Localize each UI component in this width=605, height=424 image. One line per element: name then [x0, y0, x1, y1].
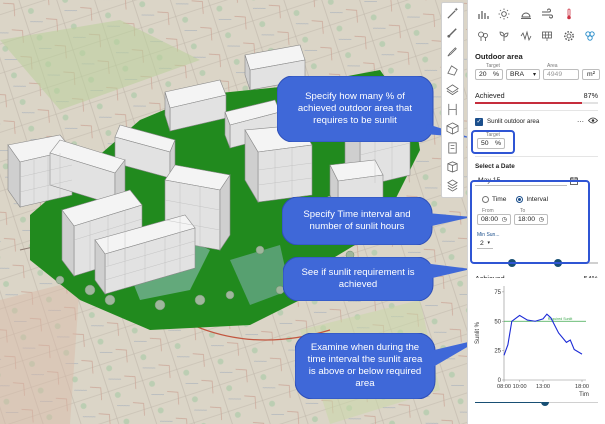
bar-chart-icon	[478, 11, 489, 19]
achieved-value: 87%	[583, 91, 598, 100]
area-value-field: 4949	[543, 69, 579, 80]
callout-time-interval-text: Specify Time interval and number of sunl…	[303, 209, 411, 232]
waveform-icon	[520, 30, 532, 42]
divider	[475, 156, 598, 157]
outdoor-area-title: Outdoor area	[475, 52, 523, 61]
tool-cube[interactable]	[444, 120, 462, 136]
callout-sunlit-target-text: Specify how many % of achieved outdoor a…	[297, 91, 413, 126]
analysis-wind[interactable]	[537, 6, 559, 22]
callout-requirement-achieved-text: See if sunlit requirement is achieved	[301, 267, 415, 290]
chart-x-tick-label: 18:00	[575, 384, 589, 390]
trees-icon	[477, 31, 488, 41]
analysis-sun[interactable]	[494, 6, 516, 22]
chart-x-tick-label: 10:00	[513, 384, 527, 390]
tool-building[interactable]	[444, 139, 462, 155]
analysis-noise[interactable]	[515, 28, 537, 44]
plant-icon	[499, 31, 509, 41]
chart-x-tick-label: 13:00	[536, 384, 550, 390]
analysis-empty	[580, 6, 602, 22]
highlight-time-interval	[470, 180, 590, 264]
callout-requirement-achieved: See if sunlit requirement is achieved	[283, 257, 471, 301]
brush-icon	[447, 28, 457, 38]
basis-value: BRA	[510, 71, 524, 78]
thermometer-icon	[566, 8, 571, 20]
building-icon	[448, 142, 457, 154]
divider	[475, 110, 598, 111]
select-date-title: Select a Date	[475, 163, 515, 170]
analysis-outdoor-area[interactable]	[580, 28, 602, 44]
callout-sunlit-target: Specify how many % of achieved outdoor a…	[277, 76, 472, 142]
chart-y-tick-label: 50	[494, 319, 501, 325]
tool-magic[interactable]	[444, 5, 462, 21]
achieved-progress-bar	[475, 102, 598, 104]
analysis-plants[interactable]	[494, 28, 516, 44]
stack-icon	[447, 179, 458, 192]
analysis-bar-chart[interactable]	[472, 6, 494, 22]
target-percent-input[interactable]: 20 %	[475, 69, 503, 80]
callout-examine-chart: Examine when during the time interval th…	[295, 333, 481, 399]
sunlit-chart: 025507508:00 10:00 13:00 18:00Sunlit %TimRe…	[470, 278, 604, 402]
visibility-toggle[interactable]	[587, 117, 599, 126]
tool-polygon[interactable]	[444, 63, 462, 79]
callout-time-interval: Specify Time interval and number of sunl…	[282, 197, 472, 245]
polygon-icon	[447, 65, 458, 76]
sunlit-checkbox[interactable]: ✓	[475, 117, 483, 126]
wind-icon	[542, 8, 554, 19]
tool-strip	[441, 2, 464, 198]
area-unit: m²	[587, 71, 595, 78]
box-icon	[447, 161, 458, 173]
tool-measure[interactable]	[444, 101, 462, 117]
tool-draw-line[interactable]	[444, 43, 462, 59]
analysis-solar[interactable]	[537, 28, 559, 44]
more-options-icon[interactable]: ⋯	[577, 118, 584, 126]
achieved-progress-fill	[475, 102, 582, 104]
analysis-settings[interactable]	[558, 28, 580, 44]
achieved-label: Achieved	[475, 91, 505, 100]
tool-layers[interactable]	[444, 82, 462, 98]
basis-select[interactable]: BRA ▾	[506, 69, 540, 80]
sunrise-icon	[520, 12, 531, 19]
highlight-sunlit-target	[471, 130, 515, 154]
chart-y-label: Sunlit %	[475, 321, 481, 344]
chevron-down-icon: ▾	[532, 72, 536, 78]
magic-wand-icon	[447, 7, 458, 19]
tool-box[interactable]	[444, 159, 462, 175]
target-percent-value: 20	[479, 71, 487, 78]
chart-y-tick-label: 75	[494, 290, 501, 296]
analysis-icon-grid	[468, 0, 605, 44]
cube-icon	[446, 122, 459, 135]
layers-icon	[446, 84, 459, 96]
analysis-temperature[interactable]	[558, 6, 580, 22]
ruler-icon	[448, 103, 457, 115]
eye-icon	[587, 117, 599, 124]
tool-brush[interactable]	[444, 24, 462, 40]
solar-panel-icon	[542, 31, 553, 41]
pen-icon	[447, 47, 457, 57]
cluster-icon	[585, 31, 595, 41]
analysis-daylight[interactable]	[515, 6, 537, 22]
tool-stack[interactable]	[444, 178, 462, 194]
chart-x-label: Tim	[579, 392, 589, 398]
area-unit-field: m²	[582, 69, 600, 80]
chart-x-tick-label: 08:00	[497, 384, 511, 390]
sun-icon	[498, 8, 510, 20]
sunlit-label: Sunlit outdoor area	[487, 118, 540, 125]
chart-y-tick-label: 25	[494, 349, 501, 355]
callout-examine-chart-text: Examine when during the time interval th…	[307, 342, 423, 389]
gear-icon	[563, 31, 574, 41]
area-value: 4949	[547, 71, 563, 78]
analysis-trees[interactable]	[472, 28, 494, 44]
target-percent-unit: %	[492, 71, 499, 78]
